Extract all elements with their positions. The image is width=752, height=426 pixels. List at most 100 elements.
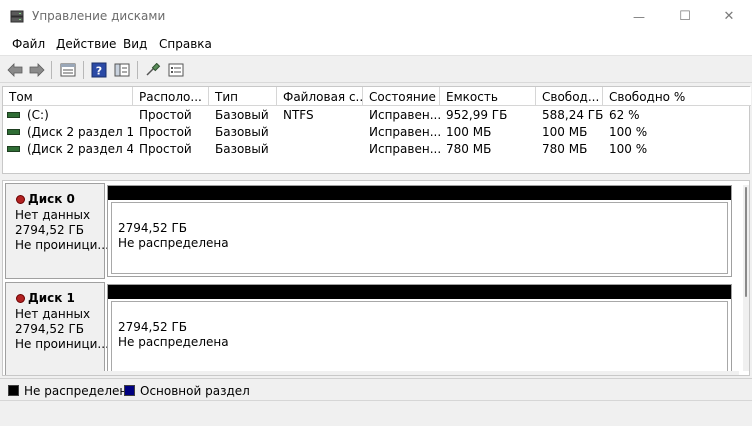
- menu-file[interactable]: Файл: [12, 37, 45, 51]
- toolbar: ?: [0, 55, 752, 83]
- list-icon: [168, 63, 184, 77]
- horizontal-scrollbar[interactable]: [7, 371, 739, 375]
- disk-1-label[interactable]: Диск 1 Нет данных 2794,52 ГБ Не проиници…: [5, 282, 109, 375]
- cell-free-space: 100 МБ: [542, 125, 588, 139]
- menu-help[interactable]: Справка: [159, 37, 212, 51]
- legend: Не распределена Основной раздел: [0, 378, 752, 400]
- disk-error-icon: [16, 194, 25, 204]
- partition-color-bar: [108, 186, 731, 200]
- maximize-icon: ☐: [679, 9, 691, 24]
- toolbar-separator: [83, 61, 84, 79]
- list-button[interactable]: [166, 60, 186, 80]
- disk-1-name-row: Диск 1: [16, 291, 75, 305]
- scrollbar-thumb[interactable]: [745, 187, 747, 297]
- properties-button[interactable]: [58, 60, 78, 80]
- cell-type: Базовый: [215, 142, 269, 156]
- partition-status: Не распределена: [118, 236, 229, 250]
- legend-primary: Основной раздел: [140, 384, 250, 398]
- cell-filesystem: NTFS: [283, 108, 314, 122]
- toolbar-separator: [137, 61, 138, 79]
- cell-free-space: 588,24 ГБ: [542, 108, 603, 122]
- partition-size: 2794,52 ГБ: [118, 320, 187, 334]
- connect-button[interactable]: [143, 60, 163, 80]
- cell-volume: (Диск 2 раздел 4): [27, 142, 133, 156]
- legend-swatch-primary: [124, 385, 135, 396]
- disk-0-label[interactable]: Диск 0 Нет данных 2794,52 ГБ Не проиници…: [5, 183, 109, 279]
- cell-layout: Простой: [139, 108, 192, 122]
- cell-free-percent: 100 %: [609, 142, 648, 156]
- disk-1-init: Не проиници...: [15, 337, 109, 351]
- disk-0-partition[interactable]: 2794,52 ГБ Не распределена: [107, 185, 732, 277]
- connect-icon: [146, 63, 161, 76]
- disk-0-name: Диск 0: [28, 192, 75, 206]
- view-icon: [114, 63, 130, 77]
- disk-0-init: Не проиници...: [15, 238, 109, 252]
- close-button[interactable]: ✕: [706, 0, 752, 33]
- maximize-button[interactable]: ☐: [662, 0, 708, 33]
- disk-1-name: Диск 1: [28, 291, 75, 305]
- toolbar-separator: [51, 61, 52, 79]
- cell-status: Исправен...: [369, 125, 440, 139]
- column-header-volume[interactable]: Том: [3, 87, 133, 106]
- column-header-free-percent[interactable]: Свободно %: [603, 87, 751, 106]
- cell-capacity: 952,99 ГБ: [446, 108, 508, 122]
- title-bar: Управление дисками — ☐ ✕: [0, 0, 752, 33]
- disk-1-status: Нет данных: [15, 307, 91, 321]
- disk-0-name-row: Диск 0: [16, 192, 75, 206]
- legend-swatch-unallocated: [8, 385, 19, 396]
- column-header-type[interactable]: Тип: [209, 87, 277, 106]
- volume-icon: [7, 129, 20, 135]
- partition-size: 2794,52 ГБ: [118, 221, 187, 235]
- menu-action[interactable]: Действие: [56, 37, 116, 51]
- cell-filesystem: [277, 124, 363, 141]
- volume-icon: [7, 112, 20, 118]
- window-title: Управление дисками: [32, 9, 166, 23]
- vertical-scrollbar[interactable]: [743, 185, 749, 371]
- cell-filesystem: [277, 141, 363, 158]
- cell-free-space: 780 МБ: [542, 142, 588, 156]
- close-icon: ✕: [723, 9, 735, 24]
- cell-layout: Простой: [139, 142, 192, 156]
- partition-body[interactable]: 2794,52 ГБ Не распределена: [111, 202, 728, 274]
- cell-type: Базовый: [215, 125, 269, 139]
- partition-body[interactable]: 2794,52 ГБ Не распределена: [111, 301, 728, 373]
- cell-volume: (Диск 2 раздел 1): [27, 125, 133, 139]
- back-arrow-icon: [7, 63, 23, 77]
- cell-volume: (C:): [27, 108, 49, 122]
- minimize-button[interactable]: —: [616, 0, 662, 33]
- disk-management-app-icon: [10, 10, 24, 23]
- back-button[interactable]: [5, 60, 25, 80]
- cell-capacity: 780 МБ: [446, 142, 492, 156]
- cell-type: Базовый: [215, 108, 269, 122]
- cell-status: Исправен...: [369, 142, 440, 156]
- volume-list: Том Располо... Тип Файловая с... Состоян…: [2, 86, 751, 174]
- menu-view[interactable]: Вид: [123, 37, 147, 51]
- cell-layout: Простой: [139, 125, 192, 139]
- disk-graphical-view: Диск 0 Нет данных 2794,52 ГБ Не проиници…: [2, 180, 750, 376]
- menu-bar: Файл Действие Вид Справка: [0, 33, 752, 55]
- status-bar: [0, 400, 752, 426]
- legend-unallocated: Не распределена: [24, 384, 135, 398]
- disk-1-partition[interactable]: 2794,52 ГБ Не распределена: [107, 284, 732, 375]
- column-header-status[interactable]: Состояние: [363, 87, 440, 106]
- cell-free-percent: 100 %: [609, 125, 648, 139]
- column-header-free-space[interactable]: Свобод...: [536, 87, 603, 106]
- svg-text:?: ?: [96, 65, 102, 78]
- column-header-filesystem[interactable]: Файловая с...: [277, 87, 363, 106]
- disk-0-status: Нет данных: [15, 208, 91, 222]
- help-button[interactable]: ?: [89, 60, 109, 80]
- cell-free-percent: 62 %: [609, 108, 640, 122]
- properties-icon: [60, 63, 76, 77]
- volume-icon: [7, 146, 20, 152]
- forward-arrow-icon: [29, 63, 45, 77]
- cell-status: Исправен...: [369, 108, 440, 122]
- partition-status: Не распределена: [118, 335, 229, 349]
- disk-1-size: 2794,52 ГБ: [15, 322, 84, 336]
- minimize-icon: —: [633, 9, 645, 24]
- partition-color-bar: [108, 285, 731, 299]
- column-header-layout[interactable]: Располо...: [133, 87, 209, 106]
- column-header-capacity[interactable]: Емкость: [440, 87, 536, 106]
- forward-button[interactable]: [27, 60, 47, 80]
- view-button[interactable]: [112, 60, 132, 80]
- disk-error-icon: [16, 293, 25, 303]
